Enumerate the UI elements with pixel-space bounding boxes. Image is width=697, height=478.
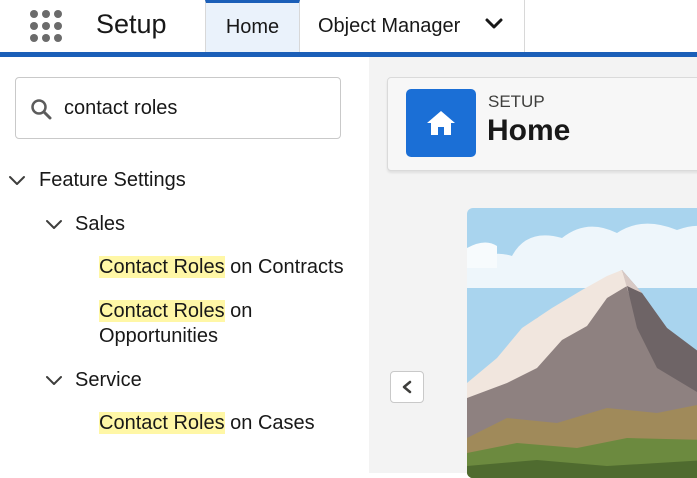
tree-node-service[interactable]: Service	[75, 368, 142, 392]
search-input[interactable]	[64, 94, 324, 122]
app-launcher-icon[interactable]	[30, 10, 64, 44]
tree-node-sales[interactable]: Sales	[75, 212, 125, 236]
setup-sidebar: Feature Settings Sales Contact Roles on …	[0, 57, 369, 473]
link-contact-roles-opportunities[interactable]: Contact Roles on Opportunities	[99, 299, 252, 349]
chevron-down-icon[interactable]	[45, 218, 63, 232]
chevron-down-icon[interactable]	[8, 174, 26, 188]
search-highlight: Contact Roles	[99, 412, 225, 434]
tab-object-manager-label: Object Manager	[318, 14, 461, 37]
link-contact-roles-contracts[interactable]: Contact Roles on Contracts	[99, 255, 344, 280]
search-highlight: Contact Roles	[99, 300, 225, 322]
mountain-illustration	[467, 208, 697, 478]
page-title: Home	[487, 114, 571, 147]
tree-node-feature-settings[interactable]: Feature Settings	[39, 168, 186, 192]
chevron-down-icon[interactable]	[45, 374, 63, 388]
link-text: on Cases	[224, 412, 315, 434]
tab-home-label: Home	[225, 16, 280, 38]
tab-object-manager[interactable]: Object Manager	[300, 0, 525, 52]
chevron-down-icon[interactable]	[484, 17, 504, 31]
tab-home[interactable]: Home	[205, 0, 300, 52]
search-icon	[31, 99, 52, 120]
home-icon	[406, 89, 476, 157]
collapse-sidebar-button[interactable]	[390, 371, 424, 403]
search-highlight: Contact Roles	[99, 256, 225, 278]
link-text: on	[224, 300, 253, 322]
app-title: Setup	[96, 9, 167, 39]
page-eyebrow: SETUP	[488, 92, 545, 111]
link-text-line2: Opportunities	[99, 325, 218, 347]
link-contact-roles-cases[interactable]: Contact Roles on Cases	[99, 411, 315, 436]
quick-find-search[interactable]	[15, 77, 341, 139]
chevron-left-icon	[402, 380, 412, 394]
global-header: Setup Home Object Manager	[0, 0, 697, 52]
link-text: on Contracts	[224, 256, 344, 278]
